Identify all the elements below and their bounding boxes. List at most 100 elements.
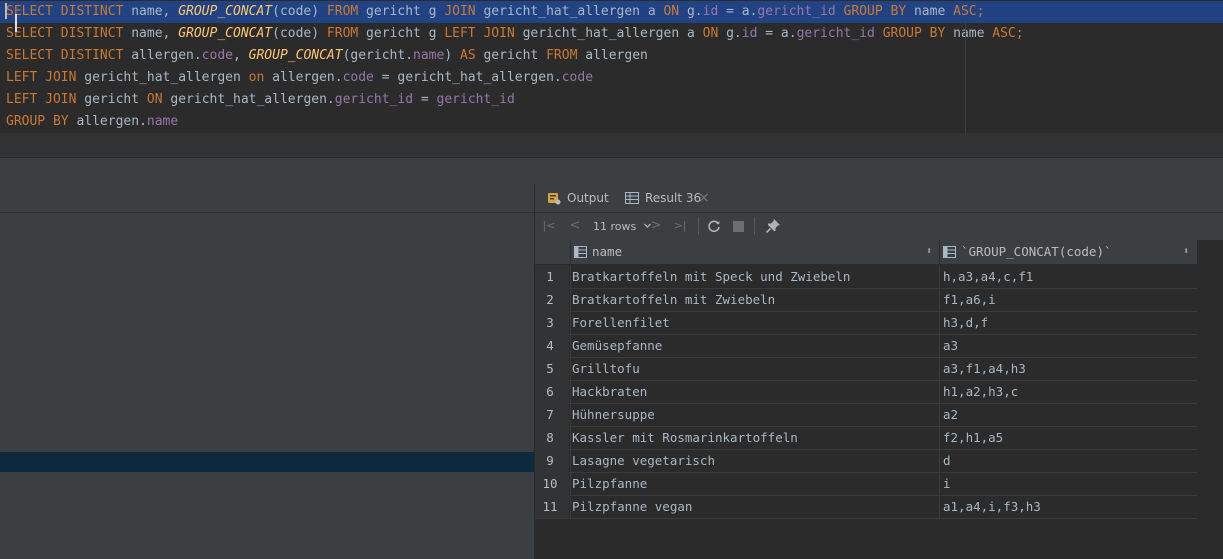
services-panel-header [0,157,1223,185]
table-row[interactable]: 11 Pilzpfanne vegan a1,a4,i,f3,h3 [535,495,1201,519]
first-page-icon[interactable]: |< [541,218,557,234]
code-token: g. [679,4,703,19]
cell-name[interactable]: Gemüsepfanne [570,334,939,357]
refresh-icon[interactable] [706,218,722,234]
code-token: gericht_hat_allergen. [162,92,335,107]
sort-icon[interactable]: ⬍ [926,240,932,264]
prev-page-icon[interactable]: < [567,218,583,234]
table-row[interactable]: 5 Grilltofu a3,f1,a4,h3 [535,357,1201,381]
code-line-4[interactable]: LEFT JOIN gericht_hat_allergen on allerg… [0,67,1223,89]
cell-codes[interactable]: a3 [939,334,1201,357]
tab-close-icon[interactable]: × [698,184,710,212]
code-line-1[interactable]: SELECT DISTINCT name, GROUP_CONCAT(code)… [0,1,1223,23]
row-number[interactable]: 8 [535,426,565,449]
code-token: id [702,4,719,19]
code-line-3[interactable]: SELECT DISTINCT allergen.code, GROUP_CON… [0,45,1223,67]
cell-name[interactable]: Pilzpfanne [570,472,939,495]
cell-codes[interactable]: d [939,449,1201,472]
code-token: SELECT DISTINCT [6,26,124,41]
cell-codes[interactable]: h,a3,a4,c,f1 [939,265,1201,288]
table-icon [625,192,639,204]
next-page-icon[interactable]: > [648,218,664,234]
cell-codes[interactable]: i [939,472,1201,495]
code-token: name [945,26,993,41]
code-line-6[interactable]: GROUP BY allergen.name [0,111,1223,133]
tab-result-36[interactable]: Result 36 × [625,184,715,212]
cell-name[interactable]: Grilltofu [570,357,939,380]
cell-name[interactable]: Bratkartoffeln mit Zwiebeln [570,288,939,311]
results-grid[interactable]: name ⬍ `GROUP_CONCAT(code)` ⬍ 1 Bratkarto… [535,240,1223,559]
table-row[interactable]: 4 Gemüsepfanne a3 [535,334,1201,358]
row-number[interactable]: 7 [535,403,565,426]
text-caret [5,3,7,19]
grid-scrollbar[interactable] [1197,240,1223,559]
code-token: ) [444,48,460,63]
code-token: gericht_hat_allergen a [514,26,703,41]
code-token: gericht_id [796,26,875,41]
services-tree-selected-item[interactable] [0,452,534,472]
services-tree-pane[interactable] [0,184,534,559]
row-number[interactable]: 10 [535,472,565,495]
column-header-codes[interactable]: `GROUP_CONCAT(code)` ⬍ [939,240,1198,264]
table-row[interactable]: 7 Hühnersuppe a2 [535,403,1201,427]
tab-output[interactable]: Output [547,184,617,212]
row-number[interactable]: 2 [535,288,565,311]
row-number[interactable]: 3 [535,311,565,334]
code-token: allergen. [68,114,147,129]
row-number[interactable]: 11 [535,495,565,518]
column-header-codes-label: `GROUP_CONCAT(code)` [961,244,1112,259]
code-token: gericht_id [436,92,515,107]
cell-name[interactable]: Hackbraten [570,380,939,403]
code-token: AS [460,48,476,63]
cell-codes[interactable]: h3,d,f [939,311,1201,334]
column-header-name[interactable]: name ⬍ [570,240,939,264]
table-row[interactable]: 10 Pilzpfanne i [535,472,1201,496]
code-token: name [413,48,445,63]
pin-icon[interactable] [765,218,781,234]
code-line-2[interactable]: SELECT DISTINCT name, GROUP_CONCAT(code)… [0,23,1223,45]
cell-codes[interactable]: f1,a6,i [939,288,1201,311]
cell-codes[interactable]: f2,h1,a5 [939,426,1201,449]
code-token: JOIN [444,4,476,19]
code-token: name, [123,4,179,19]
cell-name[interactable]: Forellenfilet [570,311,939,334]
cell-name[interactable]: Pilzpfanne vegan [570,495,939,518]
stop-icon[interactable] [733,221,744,232]
rows-count-dropdown[interactable]: 11 rows [593,213,652,240]
row-number[interactable]: 1 [535,265,565,288]
cell-codes[interactable]: a1,a4,i,f3,h3 [939,495,1201,518]
cell-name[interactable]: Hühnersuppe [570,403,939,426]
cell-name[interactable]: Lasagne vegetarisch [570,449,939,472]
code-token: gericht_hat_allergen [76,70,249,85]
cell-codes[interactable]: a3,f1,a4,h3 [939,357,1201,380]
row-number[interactable]: 5 [535,357,565,380]
code-token: allergen [577,48,648,63]
code-token: id [741,26,758,41]
table-row[interactable]: 9 Lasagne vegetarisch d [535,449,1201,473]
last-page-icon[interactable]: >| [672,218,688,234]
code-token: GROUP_CONCAT [178,4,273,19]
table-row[interactable]: 8 Kassler mit Rosmarinkartoffeln f2,h1,a5 [535,426,1201,450]
table-row[interactable]: 1 Bratkartoffeln mit Speck und Zwiebeln h,… [535,265,1201,289]
sql-editor[interactable]: SELECT DISTINCT name, GROUP_CONCAT(code)… [0,0,1223,133]
rows-count-label: 11 rows [593,220,637,233]
right-margin-guide [965,22,966,133]
row-number[interactable]: 9 [535,449,565,472]
sort-icon[interactable]: ⬍ [1183,240,1189,264]
cell-name[interactable]: Bratkartoffeln mit Speck und Zwiebeln [570,265,939,288]
table-row[interactable]: 2 Bratkartoffeln mit Zwiebeln f1,a6,i [535,288,1201,312]
cell-codes[interactable]: a2 [939,403,1201,426]
editor-status-strip [0,133,1223,158]
toolbar-separator [698,217,699,235]
cell-name[interactable]: Kassler mit Rosmarinkartoffeln [570,426,939,449]
table-row[interactable]: 6 Hackbraten h1,a2,h3,c [535,380,1201,404]
cell-codes[interactable]: h1,a2,h3,c [939,380,1201,403]
code-token: on [248,70,265,85]
ibeam-cursor-icon [15,14,17,32]
table-row[interactable]: 3 Forellenfilet h3,d,f [535,311,1201,335]
row-number[interactable]: 4 [535,334,565,357]
code-token: name [906,4,954,19]
code-token: LEFT JOIN [444,26,515,41]
row-number[interactable]: 6 [535,380,565,403]
code-line-5[interactable]: LEFT JOIN gericht ON gericht_hat_allerge… [0,89,1223,111]
